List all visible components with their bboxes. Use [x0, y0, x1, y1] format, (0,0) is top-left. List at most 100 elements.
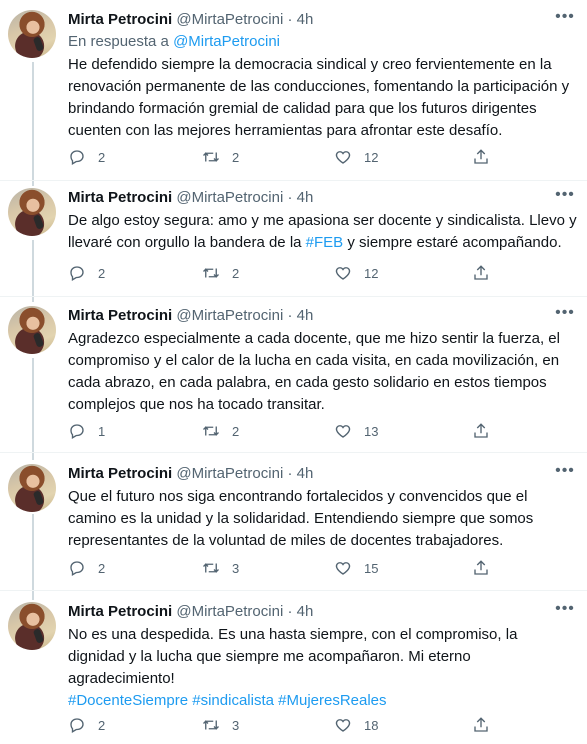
retweet-icon [203, 720, 219, 730]
retweet-count: 2 [232, 265, 240, 281]
reply-icon [70, 561, 84, 576]
more-options-icon[interactable]: ••• [553, 305, 577, 326]
retweet-button[interactable]: 3 [202, 714, 239, 736]
hashtag-link[interactable]: #sindicalista [192, 692, 274, 709]
separator-dot: · [287, 603, 293, 620]
more-options-icon[interactable]: ••• [553, 187, 577, 208]
divider [0, 296, 587, 297]
microphone-image [32, 628, 45, 644]
hashtag-link[interactable]: #MujeresReales [278, 692, 386, 709]
text-line: representantes de la voluntad de miles d… [68, 532, 504, 549]
tweet[interactable]: Mirta Petrocini @MirtaPetrocini · 4h •••… [0, 463, 587, 584]
retweet-button[interactable]: 3 [202, 557, 239, 579]
share-button[interactable] [472, 262, 490, 284]
more-options-icon[interactable]: ••• [553, 9, 577, 30]
text-line: He defendido siempre la democracia sindi… [68, 56, 552, 73]
tweet-time[interactable]: 4h [297, 189, 314, 206]
reply-button[interactable]: 2 [68, 557, 105, 579]
like-button[interactable]: 13 [334, 420, 378, 442]
author-name[interactable]: Mirta Petrocini [68, 307, 172, 324]
divider [0, 180, 587, 181]
reply-handle-link[interactable]: @MirtaPetrocini [173, 33, 280, 50]
heart-icon [335, 267, 351, 280]
text-line: brindando formación gremial de calidad p… [68, 100, 537, 117]
tweet-actions: 2 2 12 [68, 262, 498, 284]
share-icon [474, 423, 488, 438]
tweet[interactable]: Mirta Petrocini @MirtaPetrocini · 4h •••… [0, 305, 587, 446]
hashtag-link[interactable]: #FEB [306, 234, 344, 251]
retweet-button[interactable]: 2 [202, 262, 239, 284]
share-button[interactable] [472, 557, 490, 579]
author-name[interactable]: Mirta Petrocini [68, 465, 172, 482]
like-count: 13 [364, 423, 379, 439]
share-button[interactable] [472, 714, 490, 736]
like-count: 15 [364, 560, 379, 576]
like-button[interactable]: 12 [334, 262, 378, 284]
share-button[interactable] [472, 146, 490, 168]
reply-count: 1 [98, 423, 106, 439]
reply-button[interactable]: 2 [68, 714, 105, 736]
text-line: agradecimiento! [68, 670, 175, 687]
author-handle[interactable]: @MirtaPetrocini [176, 307, 283, 324]
retweet-button[interactable]: 2 [202, 420, 239, 442]
separator-dot: · [287, 465, 293, 482]
retweet-count: 2 [232, 423, 240, 439]
tweet[interactable]: Mirta Petrocini @MirtaPetrocini · 4h •••… [0, 601, 587, 742]
microphone-image [32, 214, 45, 230]
hashtag-link[interactable]: #DocenteSiempre [68, 692, 188, 709]
like-count: 12 [364, 265, 379, 281]
text-line: dignidad y la lucha que siempre me acomp… [68, 648, 471, 665]
reply-count: 2 [98, 149, 106, 165]
author-handle[interactable]: @MirtaPetrocini [176, 11, 283, 28]
author-handle[interactable]: @MirtaPetrocini [176, 465, 283, 482]
retweet-button[interactable]: 2 [202, 146, 239, 168]
avatar[interactable] [8, 10, 56, 58]
retweet-icon [203, 268, 219, 278]
like-button[interactable]: 18 [334, 714, 378, 736]
author-name[interactable]: Mirta Petrocini [68, 189, 172, 206]
reply-icon [70, 150, 84, 165]
reply-count: 2 [98, 265, 106, 281]
text-line: cuenten con las mejores herramientas par… [68, 122, 503, 139]
share-icon [474, 717, 488, 732]
author-name[interactable]: Mirta Petrocini [68, 603, 172, 620]
tweet-text: No es una despedida. Es una hasta siempr… [68, 624, 578, 712]
author-handle[interactable]: @MirtaPetrocini [176, 189, 283, 206]
retweet-icon [203, 426, 219, 436]
tweet-time[interactable]: 4h [297, 465, 314, 482]
text-line: cada abrazo, en cada palabra, en cada ge… [68, 374, 547, 391]
like-count: 18 [364, 717, 379, 733]
author-handle[interactable]: @MirtaPetrocini [176, 603, 283, 620]
text-line: llevaré con orgullo la bandera de la #FE… [68, 232, 578, 254]
avatar[interactable] [8, 188, 56, 236]
like-button[interactable]: 15 [334, 557, 378, 579]
tweet-time[interactable]: 4h [297, 307, 314, 324]
tweet-time[interactable]: 4h [297, 11, 314, 28]
tweet[interactable]: Mirta Petrocini @MirtaPetrocini · 4h •••… [0, 187, 587, 288]
text-line: camino es la unidad y la solidaridad. En… [68, 510, 534, 527]
share-icon [474, 265, 488, 280]
retweet-icon [203, 152, 219, 162]
text-segment: llevaré con orgullo la bandera de la [68, 234, 306, 251]
text-line: renovación permanente de las conduccione… [68, 78, 570, 95]
tweet-actions: 2 3 18 [68, 714, 498, 736]
retweet-count: 2 [232, 149, 240, 165]
separator-dot: · [287, 11, 293, 28]
reply-button[interactable]: 1 [68, 420, 105, 442]
tweet-time[interactable]: 4h [297, 603, 314, 620]
heart-icon [335, 562, 351, 575]
avatar[interactable] [8, 306, 56, 354]
tweet-text: Que el futuro nos siga encontrando forta… [68, 486, 578, 552]
tweet[interactable]: Mirta Petrocini @MirtaPetrocini · 4h •••… [0, 9, 587, 170]
reply-button[interactable]: 2 [68, 262, 105, 284]
share-button[interactable] [472, 420, 490, 442]
avatar[interactable] [8, 602, 56, 650]
tweet-header: Mirta Petrocini @MirtaPetrocini · 4h [68, 464, 313, 484]
reply-button[interactable]: 2 [68, 146, 105, 168]
avatar[interactable] [8, 464, 56, 512]
tweet-text: De algo estoy segura: amo y me apasiona … [68, 210, 578, 254]
more-options-icon[interactable]: ••• [553, 463, 577, 484]
more-options-icon[interactable]: ••• [553, 601, 577, 622]
author-name[interactable]: Mirta Petrocini [68, 11, 172, 28]
like-button[interactable]: 12 [334, 146, 378, 168]
